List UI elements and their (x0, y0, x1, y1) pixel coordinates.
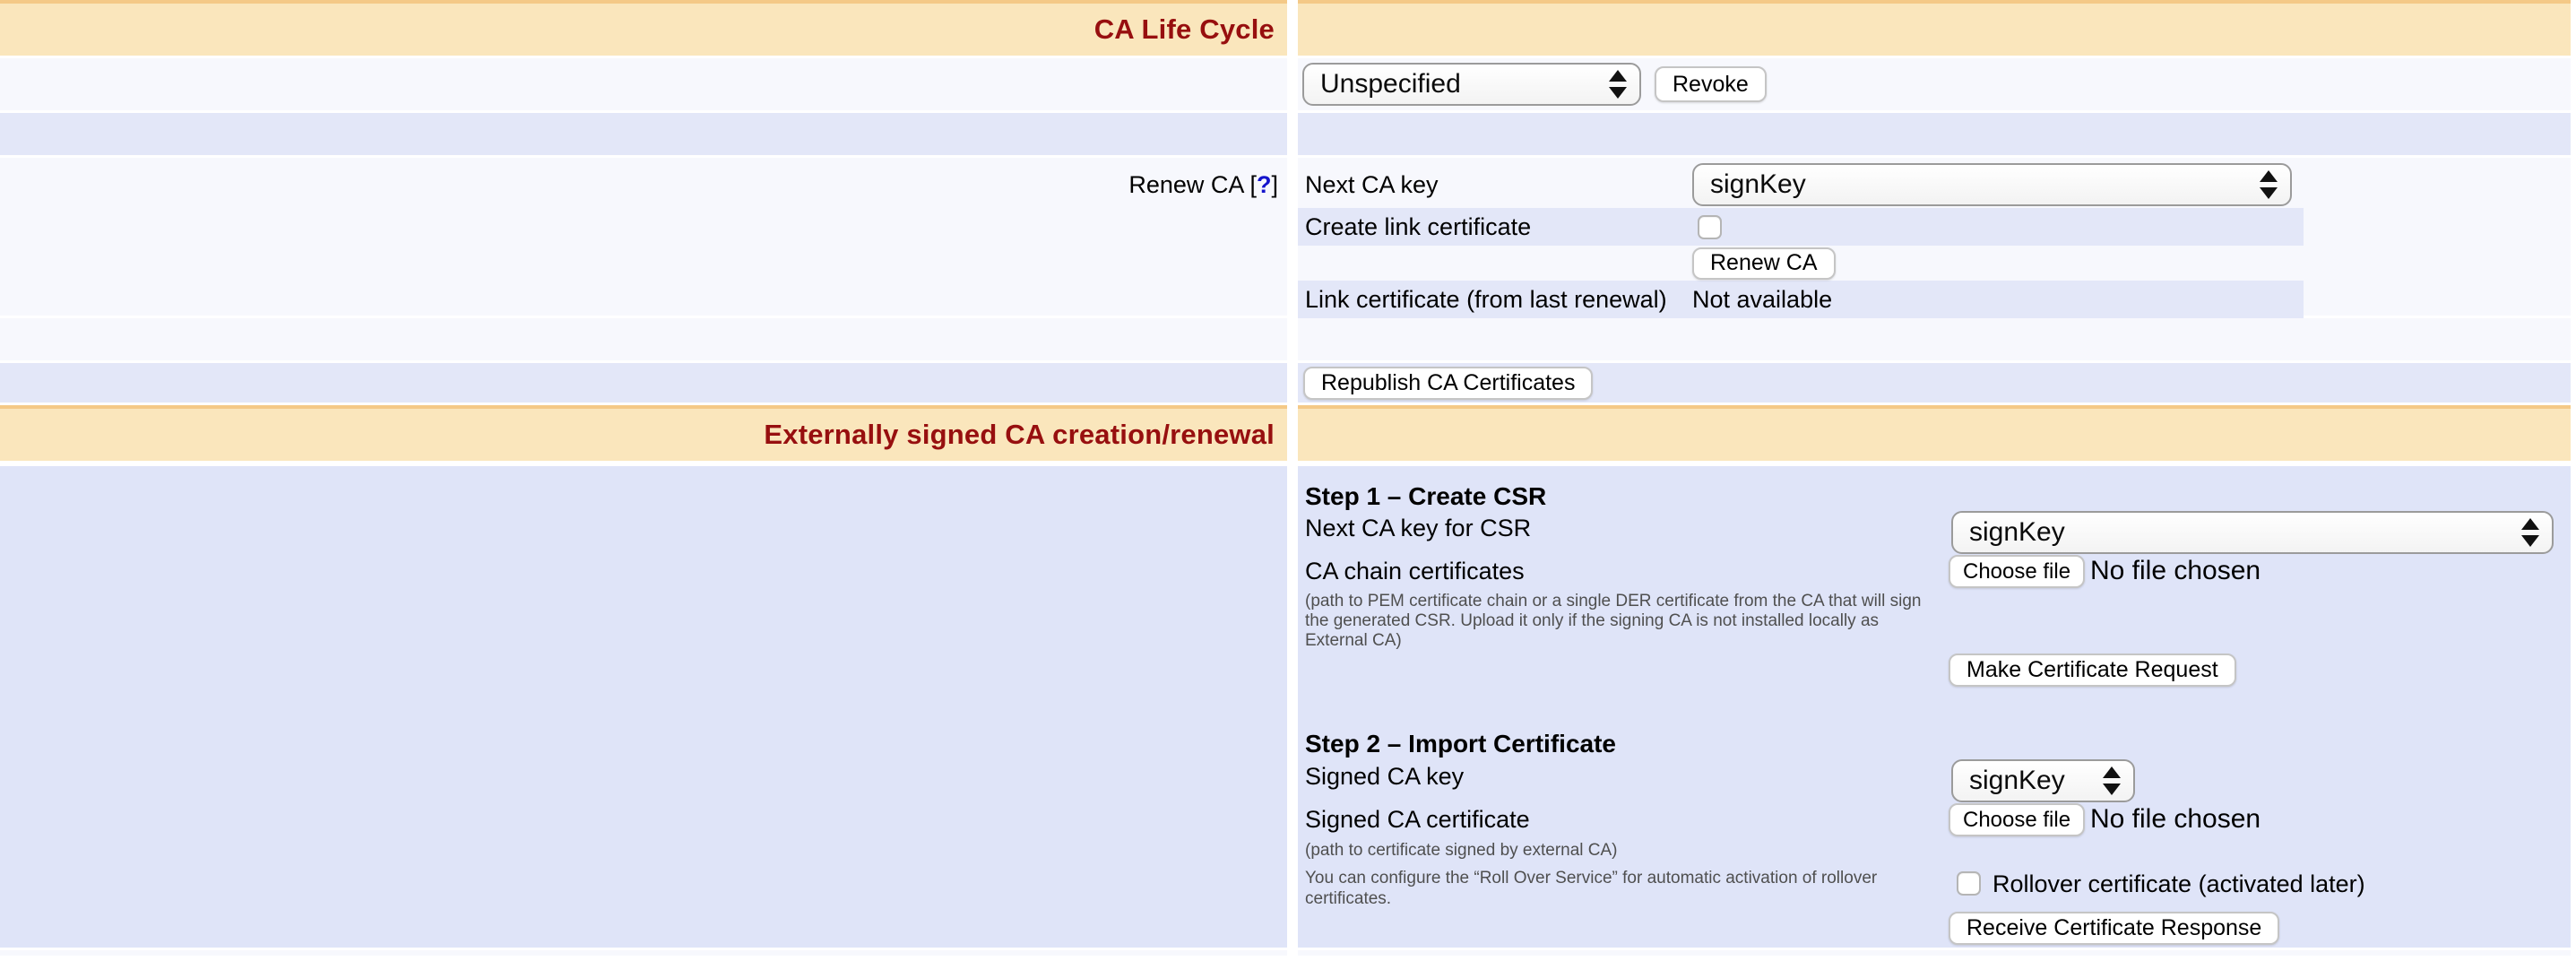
externally-signed-left-cell (0, 466, 1287, 948)
ca-life-cycle-header-cell: CA Life Cycle (0, 0, 1287, 56)
bottom-strip-row (0, 950, 2576, 956)
renew-ca-fields-cell: Next CA key signKey Create link certific… (1298, 158, 2571, 316)
create-link-certificate-row: Create link certificate (1298, 208, 2304, 246)
section-title-externally-signed: Externally signed CA creation/renewal (764, 419, 1275, 451)
externally-signed-header-row: Externally signed CA creation/renewal (0, 405, 2576, 461)
link-certificate-row: Link certificate (from last renewal) Not… (1298, 281, 2304, 318)
revocation-reason-select[interactable]: Unspecified (1302, 63, 1641, 106)
next-ca-key-row: Next CA key signKey (1298, 161, 2304, 208)
renew-ca-button[interactable]: Renew CA (1692, 247, 1836, 280)
link-certificate-value: Not available (1692, 286, 1832, 314)
revoke-row: Unspecified Revoke (0, 58, 2576, 110)
renew-ca-row: Renew CA [?] Next CA key signKey Create … (0, 158, 2576, 316)
republish-cell: Republish CA Certificates (1298, 363, 2571, 403)
step2-choose-file-button[interactable]: Choose file (1949, 803, 2085, 836)
ca-chain-certificates-help: (path to PEM certificate chain or a sing… (1305, 592, 1921, 651)
ca-chain-certificates-label: CA chain certificates (1305, 558, 1525, 585)
create-link-certificate-label: Create link certificate (1298, 213, 1692, 241)
step2-no-file-chosen: No file chosen (2090, 804, 2260, 835)
select-stepper-icon (1609, 70, 1627, 99)
step1-title: Step 1 – Create CSR (1305, 482, 1546, 511)
signed-ca-certificate-help: (path to certificate signed by external … (1305, 841, 1618, 861)
rollover-service-help: You can configure the “Roll Over Service… (1305, 868, 1877, 909)
renew-ca-row-label: Renew CA [?] (1128, 171, 1278, 316)
step1-choose-file-button[interactable]: Choose file (1949, 555, 2085, 588)
next-ca-key-label: Next CA key (1298, 171, 1692, 199)
spacer-row-1 (0, 113, 2576, 155)
select-stepper-icon (2260, 170, 2278, 199)
select-stepper-icon (2103, 766, 2121, 795)
step1-no-file-chosen: No file chosen (2090, 556, 2260, 586)
renew-ca-help-link[interactable]: ? (1257, 171, 1272, 198)
revocation-reason-value: Unspecified (1320, 69, 1461, 100)
section-title-ca-life-cycle: CA Life Cycle (1094, 13, 1275, 46)
rollover-certificate-label: Rollover certificate (activated later) (1993, 870, 2365, 898)
externally-signed-content-row: Step 1 – Create CSR Next CA key for CSR … (0, 466, 2576, 948)
link-certificate-label: Link certificate (from last renewal) (1298, 286, 1692, 314)
step1-key-label: Next CA key for CSR (1305, 515, 1531, 542)
rollover-certificate-checkbox[interactable] (1957, 871, 1981, 896)
spacer-row-2 (0, 318, 2576, 360)
externally-signed-header-spacer (1298, 405, 2571, 461)
signed-ca-certificate-label: Signed CA certificate (1305, 806, 1530, 834)
create-link-certificate-checkbox[interactable] (1698, 215, 1722, 239)
republish-row: Republish CA Certificates (0, 363, 2576, 403)
receive-certificate-response-button[interactable]: Receive Certificate Response (1949, 912, 2279, 945)
republish-ca-certificates-button[interactable]: Republish CA Certificates (1303, 367, 1593, 400)
revoke-button[interactable]: Revoke (1655, 66, 1767, 102)
next-ca-key-select[interactable]: signKey (1692, 163, 2292, 206)
step2-title: Step 2 – Import Certificate (1305, 730, 1616, 758)
make-certificate-request-button[interactable]: Make Certificate Request (1949, 654, 2236, 687)
select-stepper-icon (2521, 518, 2539, 547)
signed-ca-key-label: Signed CA key (1305, 763, 1464, 791)
renew-ca-button-row: Renew CA (1298, 246, 2304, 281)
renew-ca-label-cell: Renew CA [?] (0, 158, 1287, 316)
signed-ca-key-select[interactable]: signKey (1951, 759, 2135, 802)
revoke-row-left-cell (0, 58, 1287, 110)
next-ca-key-for-csr-select[interactable]: signKey (1951, 511, 2554, 554)
externally-signed-content-cell: Step 1 – Create CSR Next CA key for CSR … (1298, 466, 2571, 948)
revoke-row-right-cell: Unspecified Revoke (1298, 58, 2571, 110)
ca-life-cycle-header-spacer (1298, 0, 2571, 56)
ca-life-cycle-header-row: CA Life Cycle (0, 0, 2576, 56)
externally-signed-header-cell: Externally signed CA creation/renewal (0, 405, 1287, 461)
